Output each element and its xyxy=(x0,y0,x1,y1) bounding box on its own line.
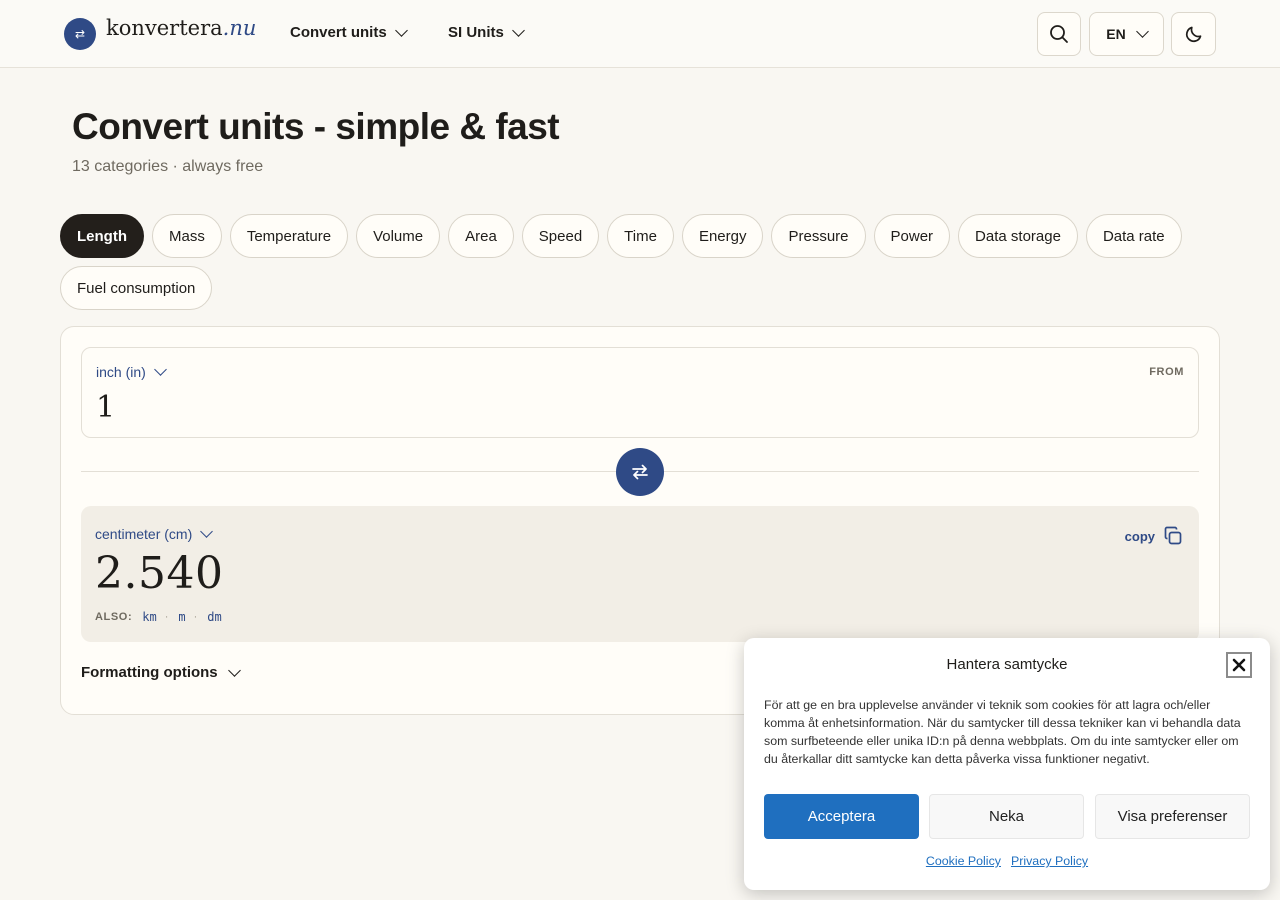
category-pill-volume[interactable]: Volume xyxy=(356,214,441,258)
cookie-links: Cookie Policy Privacy Policy xyxy=(744,854,1270,868)
cookie-accept-button[interactable]: Acceptera xyxy=(764,794,919,839)
category-pill-power[interactable]: Power xyxy=(873,214,951,258)
logo-name: konvertera xyxy=(106,16,223,40)
chevron-down-icon xyxy=(153,363,167,376)
cookie-consent-dialog: Hantera samtycke För att ge en bra upple… xyxy=(744,638,1270,890)
nav-convert-units-label: Convert units xyxy=(290,24,387,41)
chevron-down-icon xyxy=(1135,25,1149,38)
from-unit-label: inch (in) xyxy=(96,364,146,380)
search-button[interactable] xyxy=(1037,12,1081,56)
cookie-body: För att ge en bra upplevelse använder vi… xyxy=(764,698,1241,766)
chevron-down-icon xyxy=(200,525,214,538)
category-pill-mass[interactable]: Mass xyxy=(152,214,222,258)
formatting-options-toggle[interactable]: Formatting options xyxy=(81,663,241,681)
category-pill-length[interactable]: Length xyxy=(60,214,144,258)
category-pill-data-rate[interactable]: Data rate xyxy=(1085,214,1182,258)
also-unit-dm[interactable]: dm xyxy=(207,610,221,624)
separator-dot: · xyxy=(193,611,198,623)
chevron-down-icon xyxy=(511,23,525,37)
language-label: EN xyxy=(1106,26,1126,42)
category-pill-data-storage[interactable]: Data storage xyxy=(958,214,1078,258)
page-subtitle: 13 categories · always free xyxy=(72,158,264,175)
close-icon xyxy=(1232,658,1246,672)
search-icon xyxy=(1050,25,1068,43)
copy-label: copy xyxy=(1124,528,1155,544)
chevron-down-icon xyxy=(394,23,408,37)
swap-icon xyxy=(632,464,648,480)
nav-si-units-label: SI Units xyxy=(448,24,504,41)
privacy-policy-link[interactable]: Privacy Policy xyxy=(1011,854,1088,868)
category-pill-temperature[interactable]: Temperature xyxy=(229,214,349,258)
category-pill-speed[interactable]: Speed xyxy=(521,214,600,258)
swap-units-button[interactable] xyxy=(616,448,664,496)
copy-button[interactable]: copy xyxy=(1125,526,1183,546)
cookie-close-button[interactable] xyxy=(1226,652,1252,678)
category-pill-pressure[interactable]: Pressure xyxy=(771,214,866,258)
result-value: 2.540 xyxy=(95,548,224,599)
also-unit-km[interactable]: km xyxy=(142,610,156,624)
from-value-input[interactable] xyxy=(96,386,796,428)
from-panel: inch (in) FROM xyxy=(81,347,1199,438)
nav-si-units[interactable]: SI Units xyxy=(448,23,525,41)
language-selector[interactable]: EN xyxy=(1089,12,1164,56)
category-tabs: Length Mass Temperature Volume Area Speed Time… xyxy=(60,214,1190,310)
separator-dot: · xyxy=(164,611,169,623)
logo-tld: .nu xyxy=(222,16,257,40)
copy-icon xyxy=(1164,526,1182,545)
from-label: FROM xyxy=(1149,366,1184,378)
from-unit-select[interactable]: inch (in) xyxy=(96,363,167,380)
category-pill-energy[interactable]: Energy xyxy=(681,214,764,258)
logo-swap-icon[interactable]: ⇄ xyxy=(64,18,96,50)
chevron-down-icon xyxy=(227,663,241,677)
site-logo[interactable]: konvertera.nu xyxy=(106,16,256,40)
cookie-policy-link[interactable]: Cookie Policy xyxy=(926,854,1001,868)
site-header: ⇄ konvertera.nu Convert units SI Units E… xyxy=(0,0,1280,68)
nav-convert-units[interactable]: Convert units xyxy=(290,23,408,41)
to-unit-select[interactable]: centimeter (cm) xyxy=(95,525,214,542)
category-pill-fuel-consumption[interactable]: Fuel consumption xyxy=(60,266,213,310)
to-panel: centimeter (cm) copy 2.540 ALSO: km · m … xyxy=(81,506,1199,642)
to-unit-label: centimeter (cm) xyxy=(95,526,193,542)
also-units: ALSO: km · m · dm xyxy=(95,610,222,624)
page-title: Convert units - simple & fast xyxy=(72,106,560,147)
cookie-preferences-button[interactable]: Visa preferenser xyxy=(1095,794,1250,839)
also-unit-m[interactable]: m xyxy=(178,610,185,624)
moon-icon xyxy=(1185,26,1201,43)
also-label: ALSO: xyxy=(95,611,133,623)
category-pill-time[interactable]: Time xyxy=(607,214,674,258)
dark-mode-toggle[interactable] xyxy=(1171,12,1216,56)
formatting-options-label: Formatting options xyxy=(81,664,218,681)
category-pill-area[interactable]: Area xyxy=(448,214,514,258)
cookie-title: Hantera samtycke xyxy=(946,656,1068,673)
cookie-deny-button[interactable]: Neka xyxy=(929,794,1084,839)
